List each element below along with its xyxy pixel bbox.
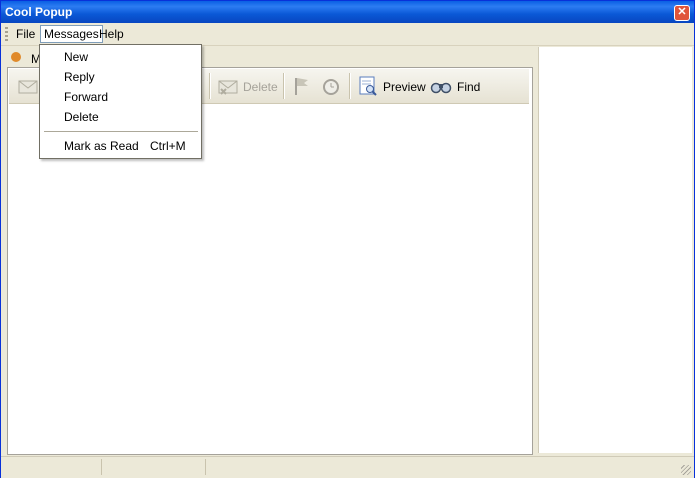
delete-envelope-icon[interactable] — [217, 75, 239, 97]
menu-item-mark-as-read[interactable]: Mark as Read Ctrl+M — [64, 137, 199, 155]
menu-item-new[interactable]: New — [64, 48, 88, 66]
close-button[interactable]: ✕ — [674, 5, 690, 21]
menu-item-delete[interactable]: Delete — [64, 108, 99, 126]
window-title: Cool Popup — [5, 5, 73, 19]
envelope-icon[interactable] — [17, 75, 39, 97]
user-icon — [11, 52, 21, 62]
app-window: Cool Popup ✕ File Messages Help M Delete… — [0, 0, 695, 478]
menu-item-label: Mark as Read — [64, 139, 139, 153]
menu-messages[interactable]: Messages — [40, 25, 103, 43]
menu-item-label: Delete — [64, 110, 99, 124]
preview-pane[interactable] — [538, 47, 692, 453]
tab-messages[interactable]: M — [9, 49, 41, 69]
menu-bar: File Messages Help — [1, 23, 694, 46]
find-button-label[interactable]: Find — [457, 80, 480, 94]
flag-icon[interactable] — [291, 75, 313, 97]
status-cell — [5, 459, 102, 475]
status-bar — [1, 456, 694, 478]
menu-help[interactable]: Help — [96, 26, 127, 42]
menu-item-reply[interactable]: Reply — [64, 68, 95, 86]
alarm-clock-icon[interactable] — [320, 75, 342, 97]
menu-item-forward[interactable]: Forward — [64, 88, 108, 106]
menu-file[interactable]: File — [13, 26, 38, 42]
menu-separator — [44, 131, 198, 132]
toolbar-separator — [349, 73, 351, 99]
resize-grip[interactable] — [681, 465, 691, 475]
messages-dropdown-menu: New Reply Forward Delete Mark as Read Ct… — [39, 44, 202, 159]
status-cell — [105, 459, 206, 475]
toolbar-separator — [209, 73, 211, 99]
menu-item-label: New — [64, 50, 89, 64]
title-bar[interactable]: Cool Popup ✕ — [1, 1, 694, 23]
toolbar-separator — [283, 73, 285, 99]
binoculars-icon[interactable] — [430, 75, 452, 97]
preview-icon[interactable] — [357, 75, 379, 97]
preview-button-label[interactable]: Preview — [383, 80, 426, 94]
menubar-grip[interactable] — [5, 27, 8, 41]
delete-button-label[interactable]: Delete — [243, 80, 278, 94]
menu-item-label: Forward — [64, 90, 109, 104]
menu-item-label: Reply — [64, 70, 95, 84]
menu-item-shortcut: Ctrl+M — [150, 139, 186, 153]
